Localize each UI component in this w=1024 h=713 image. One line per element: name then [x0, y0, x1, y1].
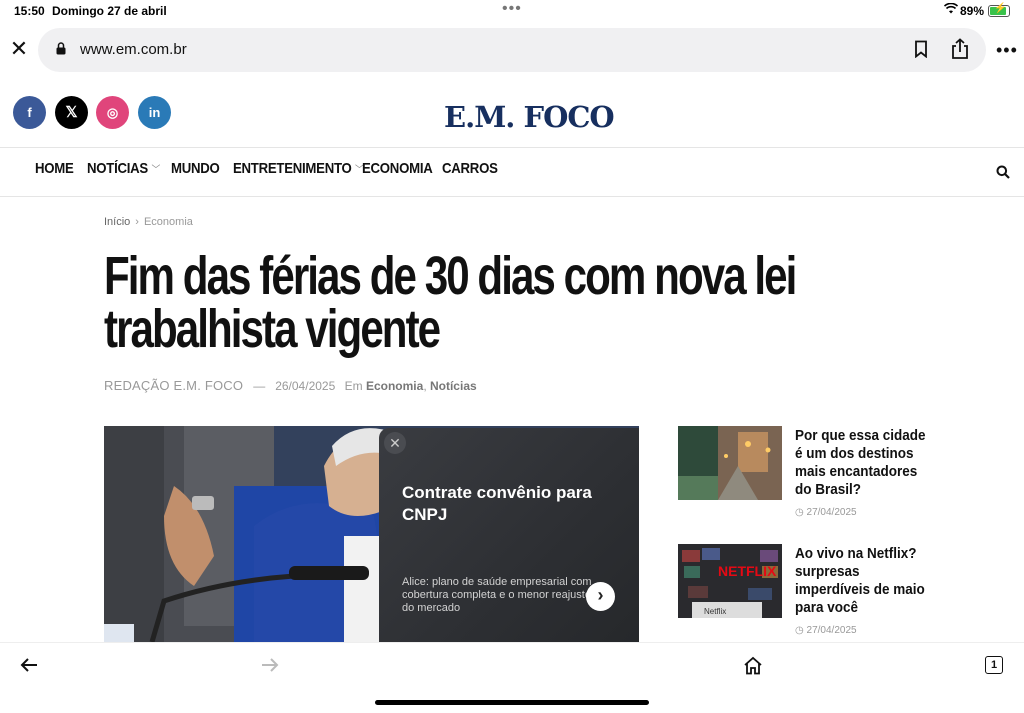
ad-title: Contrate convênio para CNPJ: [402, 483, 592, 524]
status-bar: 15:50 Domingo 27 de abril ••• 89% ⚡: [0, 0, 1024, 22]
share-icon[interactable]: [950, 38, 970, 65]
home-indicator: [375, 700, 649, 705]
multitask-dots-icon[interactable]: •••: [502, 0, 522, 18]
tabs-counter-icon[interactable]: 1: [985, 656, 1003, 674]
breadcrumb-separator-icon: ›: [135, 216, 139, 228]
battery-icon: ⚡: [988, 3, 1010, 17]
category-link-noticias[interactable]: Notícias: [430, 379, 477, 393]
ad-description: Alice: plano de saúde empresarial com co…: [402, 576, 592, 614]
address-bar[interactable]: www.em.com.br: [38, 28, 986, 72]
side-article-title[interactable]: Ao vivo na Netflix? surpresas imperdívei…: [795, 545, 930, 617]
breadcrumb: Início › Economia: [104, 216, 193, 228]
nav-item-economia[interactable]: ECONOMIA: [362, 160, 433, 177]
bookmark-icon[interactable]: [914, 40, 928, 63]
nav-item-carros[interactable]: CARROS: [442, 160, 498, 177]
status-date: Domingo 27 de abril: [52, 4, 167, 18]
nav-label: ECONOMIA: [362, 160, 433, 177]
nav-item-entretenimento[interactable]: ENTRETENIMENTO ﹀: [233, 160, 364, 177]
back-arrow-icon[interactable]: [20, 656, 38, 679]
advertisement-card[interactable]: ✕ Contrate convênio para CNPJ Alice: pla…: [379, 428, 639, 642]
side-article-date: ◷ 27/04/2025: [795, 625, 857, 636]
nav-item-noticias[interactable]: NOTÍCIAS ﹀: [87, 160, 160, 177]
chevron-right-icon[interactable]: ›: [586, 582, 615, 611]
side-article-thumbnail[interactable]: NETFLIX Netflix: [678, 544, 782, 618]
breadcrumb-home[interactable]: Início: [104, 216, 130, 228]
side-article-date-text: 27/04/2025: [806, 507, 857, 518]
nav-item-mundo[interactable]: MUNDO: [171, 160, 220, 177]
article-date: 26/04/2025: [275, 379, 336, 393]
nav-label: MUNDO: [171, 160, 220, 177]
nav-label: NOTÍCIAS: [87, 160, 148, 177]
search-icon[interactable]: [996, 165, 1010, 184]
close-ad-icon[interactable]: ✕: [384, 432, 406, 454]
article-title: Fim das férias de 30 dias com nova lei t…: [104, 246, 797, 359]
svg-text:Netflix: Netflix: [704, 607, 726, 616]
side-article-thumbnail[interactable]: [678, 426, 782, 500]
forward-arrow-icon[interactable]: [261, 656, 279, 679]
category-link-economia[interactable]: Economia: [366, 379, 423, 393]
nav-divider-top: [0, 147, 1024, 148]
status-time: 15:50: [14, 4, 45, 18]
battery-percent: 89%: [960, 4, 985, 18]
chevron-down-icon: ﹀: [151, 165, 161, 176]
close-icon[interactable]: ✕: [8, 38, 30, 60]
nav-label: HOME: [35, 160, 74, 177]
nav-label: ENTRETENIMENTO: [233, 160, 352, 177]
linkedin-icon[interactable]: in: [138, 96, 171, 129]
meta-separator: —: [253, 379, 266, 393]
nav-item-home[interactable]: HOME: [35, 160, 74, 177]
instagram-icon[interactable]: ◎: [96, 96, 129, 129]
nav-label: CARROS: [442, 160, 498, 177]
x-twitter-icon[interactable]: 𝕏: [55, 96, 88, 129]
facebook-icon[interactable]: f: [13, 96, 46, 129]
nav-divider-bottom: [0, 196, 1024, 197]
article-author[interactable]: REDAÇÃO E.M. FOCO: [104, 378, 243, 393]
side-article-date-text: 27/04/2025: [806, 625, 857, 636]
wifi-icon: [943, 2, 959, 17]
home-icon[interactable]: [743, 656, 763, 680]
svg-text:NETFLIX: NETFLIX: [718, 563, 777, 579]
breadcrumb-current[interactable]: Economia: [144, 216, 193, 228]
site-logo[interactable]: E.M. FOCO: [444, 100, 615, 134]
lock-icon: [56, 42, 66, 60]
clock-icon: ◷: [795, 507, 807, 518]
side-article-title[interactable]: Por que essa cidade é um dos destinos ma…: [795, 427, 930, 499]
url-text[interactable]: www.em.com.br: [80, 41, 187, 58]
clock-icon: ◷: [795, 625, 807, 636]
meta-in-label: Em: [344, 379, 363, 393]
side-article-date: ◷ 27/04/2025: [795, 507, 857, 518]
more-options-icon[interactable]: •••: [996, 40, 1018, 61]
article-meta: REDAÇÃO E.M. FOCO — 26/04/2025 Em Economia…: [104, 378, 477, 393]
